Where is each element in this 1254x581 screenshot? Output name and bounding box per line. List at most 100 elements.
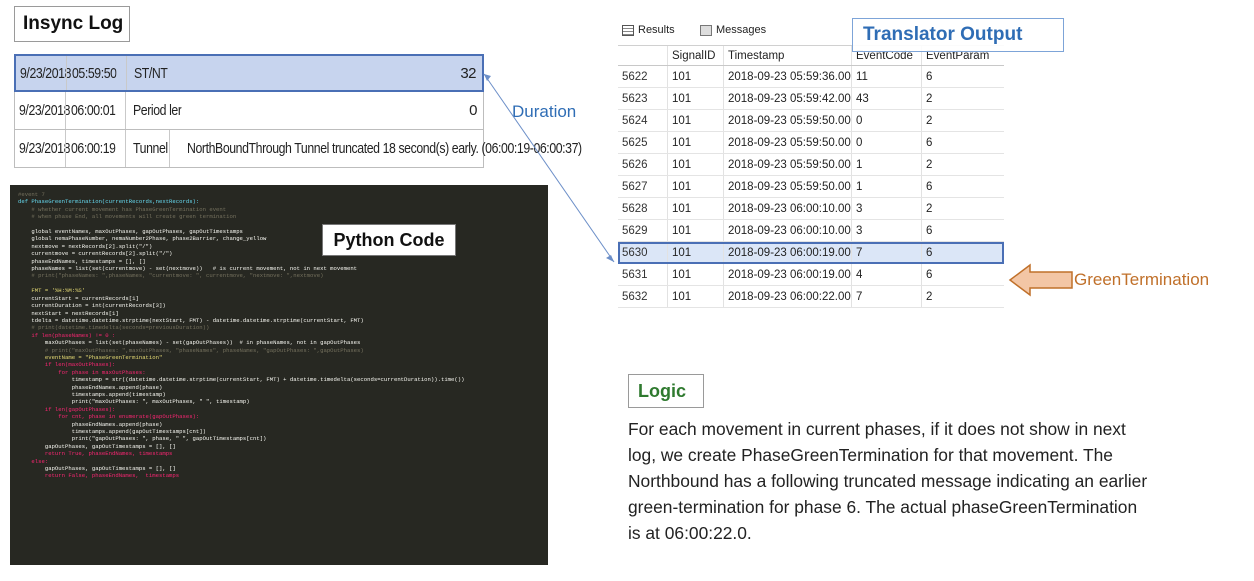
table-cell: 1	[852, 176, 922, 197]
table-cell: 101	[668, 198, 724, 219]
insync-log-row[interactable]: 9/23/2018 06:00:19 Tunnel NorthBoundThrough…	[14, 130, 582, 168]
code-line: # whether current movement has PhaseGree…	[18, 205, 227, 213]
tab-results-label: Results	[638, 24, 675, 36]
table-cell: 5624	[618, 110, 668, 131]
table-cell: 2018-09-23 05:59:50.000	[724, 132, 852, 153]
table-row[interactable]: 5632 101 2018-09-23 06:00:22.000 7 2	[618, 286, 1004, 308]
table-cell: 101	[668, 132, 724, 153]
python-code-label: Python Code	[322, 224, 456, 256]
grid-icon	[622, 24, 634, 36]
table-cell: 5623	[618, 88, 668, 109]
code-line: # print(datetime.timedelta(seconds=previ…	[18, 324, 210, 332]
code-line: eventName = "PhaseGreenTermination"	[18, 353, 163, 361]
column-header[interactable]: SignalID	[668, 46, 724, 65]
table-cell: 1	[852, 154, 922, 175]
table-cell: 101	[668, 154, 724, 175]
table-cell: 2018-09-23 06:00:19.000	[724, 242, 852, 263]
code-line: tdelta = datetime.datetime.strptime(next…	[18, 316, 364, 324]
messages-icon	[700, 24, 712, 36]
python-code-panel: #event 7 def PhaseGreenTermination(curren…	[10, 185, 548, 565]
table-row[interactable]: 5628 101 2018-09-23 06:00:10.000 3 2	[618, 198, 1004, 220]
table-cell: 101	[668, 110, 724, 131]
tab-results[interactable]: Results	[622, 24, 675, 36]
arrowhead-icon	[606, 255, 614, 262]
code-line: # print("phaseNames: ",phaseNames, "curr…	[18, 272, 324, 280]
table-cell: 6	[926, 224, 933, 237]
code-line: gapOutPhases, gapOutTimestamps = [], []	[18, 442, 176, 450]
code-line: phaseEndNames.append(phase)	[18, 420, 163, 428]
code-line: currentStart = currentRecords[1]	[18, 294, 139, 302]
code-line: return False, phaseEndNames, timestamps	[18, 472, 180, 480]
table-row[interactable]: 5622 101 2018-09-23 05:59:36.000 11 6	[618, 66, 1004, 88]
table-row[interactable]: 5629 101 2018-09-23 06:00:10.000 3 6	[618, 220, 1004, 242]
insync-log-title: Insync Log	[14, 6, 130, 42]
table-row[interactable]: 5623 101 2018-09-23 05:59:42.000 43 2	[618, 88, 1004, 110]
code-line: currentDuration = int(currentRecords[3])	[18, 302, 166, 310]
logic-title: Logic	[628, 374, 704, 408]
table-cell: 5625	[618, 132, 668, 153]
code-line: return True, phaseEndNames, timestamps	[18, 450, 173, 458]
code-line: global eventNames, maxOutPhases, gapOutP…	[18, 228, 243, 236]
table-cell: 6	[926, 180, 933, 193]
table-cell: 2	[926, 114, 933, 127]
table-cell: 101	[668, 286, 724, 307]
table-cell: 4	[852, 264, 922, 285]
code-line: currentmove = currentRecords[2].split("/…	[18, 250, 173, 258]
table-cell: 3	[852, 198, 922, 219]
log-date: 9/23/2018	[19, 102, 71, 119]
log-event: Tunnel	[133, 140, 168, 157]
code-line: #event 7	[18, 191, 45, 198]
log-time: 06:00:19	[71, 140, 116, 157]
log-time: 06:00:01	[71, 102, 116, 119]
table-cell: 5629	[618, 220, 668, 241]
table-cell: 2018-09-23 05:59:50.000	[724, 154, 852, 175]
code-line: FMT = '%H:%M:%S'	[18, 287, 86, 295]
insync-log-row[interactable]: 9/23/2018 06:00:01 Period ler 0	[14, 92, 484, 130]
log-time: 05:59:50	[72, 64, 117, 82]
code-line: if len(gapOutPhases):	[18, 405, 116, 413]
code-line: def PhaseGreenTermination(currentRecords…	[18, 198, 200, 206]
code-line: nextStart = nextRecords[1]	[18, 309, 119, 317]
table-cell: 2018-09-23 05:59:50.000	[724, 176, 852, 197]
table-cell: 2018-09-23 05:59:50.000	[724, 110, 852, 131]
table-cell: 43	[852, 88, 922, 109]
code-line: else:	[18, 457, 49, 465]
table-row[interactable]: 5627 101 2018-09-23 05:59:50.000 1 6	[618, 176, 1004, 198]
code-line: maxOutPhases = list(set(phaseNames) - se…	[18, 339, 361, 347]
table-cell: 6	[926, 268, 933, 281]
table-cell: 6	[926, 246, 933, 259]
table-cell: 2018-09-23 06:00:22.000	[724, 286, 852, 307]
code-line: phaseEndNames, timestamps = [], []	[18, 257, 146, 265]
column-header[interactable]	[618, 46, 668, 65]
table-row[interactable]: 5624 101 2018-09-23 05:59:50.000 0 2	[618, 110, 1004, 132]
duration-label: Duration	[512, 102, 577, 121]
table-cell: 2	[926, 92, 933, 105]
code-line: print("maxOutPhases: ", maxOutPhases, " …	[18, 398, 250, 406]
table-row[interactable]: 5626 101 2018-09-23 05:59:50.000 1 2	[618, 154, 1004, 176]
log-param: 32	[460, 64, 476, 82]
code-line: timestamp = str((datetime.datetime.strpt…	[18, 376, 465, 384]
table-row[interactable]: 5631 101 2018-09-23 06:00:19.000 4 6	[618, 264, 1004, 286]
log-event: ST/NT	[134, 64, 168, 82]
table-cell: 2	[926, 202, 933, 215]
table-cell: 101	[668, 220, 724, 241]
code-line: if len(phaseNames) != 0 :	[18, 331, 116, 339]
table-cell: 2	[926, 158, 933, 171]
code-line: if len(maxOutPhases):	[18, 361, 116, 369]
code-line: print("gapOutPhases: ", phase, " ", gapO…	[18, 435, 267, 443]
results-grid-window: Results Messages SignalID Timestamp EventC…	[618, 20, 1004, 346]
table-cell: 2018-09-23 06:00:10.000	[724, 198, 852, 219]
table-row[interactable]: 5630 101 2018-09-23 06:00:19.000 7 6	[618, 242, 1004, 264]
table-row[interactable]: 5625 101 2018-09-23 05:59:50.000 0 6	[618, 132, 1004, 154]
log-event: Period ler	[133, 102, 182, 119]
log-param: 0	[469, 102, 477, 119]
column-header[interactable]: Timestamp	[724, 46, 852, 65]
insync-log-row[interactable]: 9/23/2018 05:59:50 ST/NT 32	[14, 54, 484, 92]
table-cell: 6	[926, 136, 933, 149]
table-cell: 7	[852, 286, 922, 307]
table-cell: 5627	[618, 176, 668, 197]
tab-messages[interactable]: Messages	[700, 24, 766, 36]
log-date: 9/23/2018	[20, 64, 72, 82]
